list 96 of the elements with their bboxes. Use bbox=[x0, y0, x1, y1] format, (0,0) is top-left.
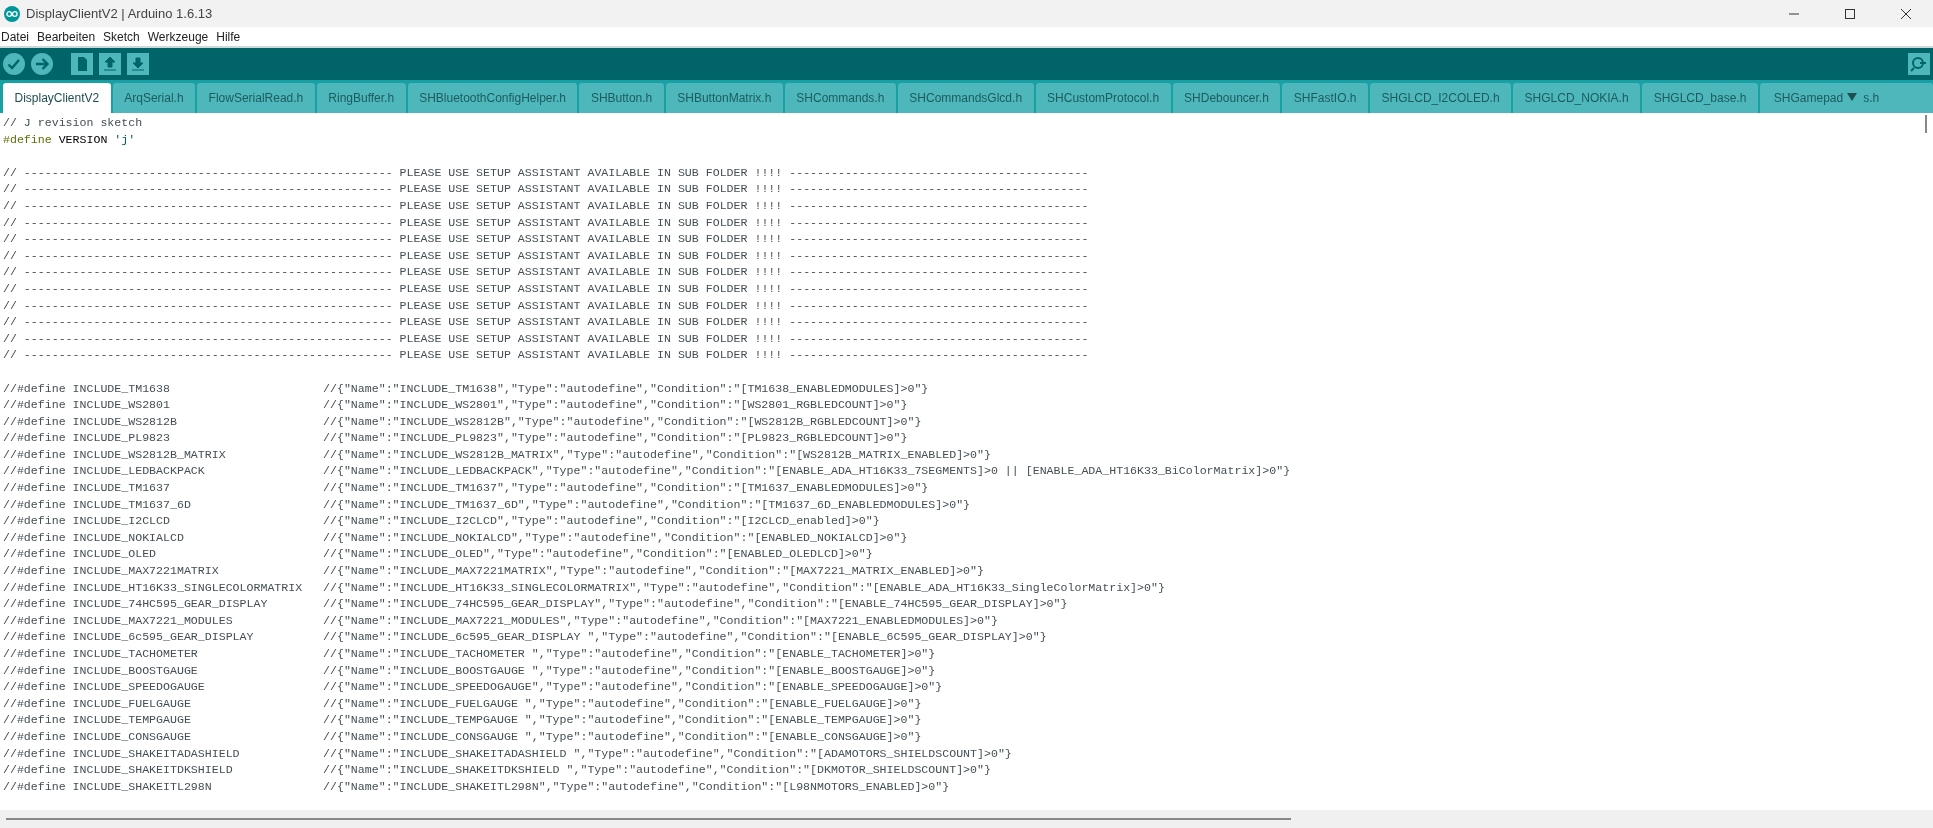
code-line: //#define INCLUDE_PL9823 bbox=[3, 431, 170, 445]
code-line: //#define INCLUDE_I2CLCD bbox=[3, 514, 170, 528]
code-line: //#define INCLUDE_6c595_GEAR_DISPLAY bbox=[3, 630, 254, 644]
code-comment: //{"Name":"INCLUDE_NOKIALCD","Type":"autodefine","Condition":"[ENABLED_NOKIALCD]>0"} bbox=[323, 529, 908, 546]
code-line: //#define INCLUDE_SHAKEITADASHIELD bbox=[3, 746, 240, 760]
code-line: //#define INCLUDE_FUELGAUGE bbox=[3, 696, 191, 710]
file-tab[interactable]: SHGLCD_I2COLED.h bbox=[1370, 83, 1512, 113]
code-comment: //{"Name":"INCLUDE_BOOSTGAUGE ","Type":"autodefine","Condition":"[ENABLE_BOOSTGAUGE]>0"} bbox=[323, 662, 936, 679]
menu-item[interactable]: Bearbeiten bbox=[36, 29, 96, 44]
code-comment: //{"Name":"INCLUDE_SHAKEITADASHIELD ","Type":"autodefine","Condition":"[ADAMOTORS_SHIELDSCOUNT]>0"} bbox=[323, 745, 1012, 762]
code-line: //#define INCLUDE_NOKIALCD bbox=[3, 530, 184, 544]
code-comment: //{"Name":"INCLUDE_TM1637","Type":"autodefine","Condition":"[TM1637_ENABLEDMODULES]>0"} bbox=[323, 480, 929, 497]
code-line: // ----------------------------------------------------- PLEASE USE SETUP ASSISTANT AVAILABLE IN SUB FOLDER !!!! ------------------------------------------- bbox=[3, 197, 1089, 214]
code-line: //#define INCLUDE_TACHOMETER bbox=[3, 647, 198, 660]
code-comment: //{"Name":"INCLUDE_I2CLCD","Type":"autodefine","Condition":"[I2CLCD_enabled]>0"} bbox=[323, 513, 880, 530]
code-line: //#define INCLUDE_OLED bbox=[3, 547, 157, 561]
code-line: //#define INCLUDE_HT16K33_SINGLECOLORMATRIX bbox=[3, 580, 303, 594]
code-line: //#define INCLUDE_LEDBACKPACK bbox=[3, 464, 205, 478]
code-line: // ----------------------------------------------------- PLEASE USE SETUP ASSISTANT AVAILABLE IN SUB FOLDER !!!! ------------------------------------------- bbox=[3, 264, 1089, 281]
open-button[interactable] bbox=[98, 52, 122, 76]
code-comment: //{"Name":"INCLUDE_SPEEDOGAUGE","Type":"autodefine","Condition":"[ENABLE_SPEEDOGAUGE]>0"} bbox=[323, 679, 943, 696]
code-comment: //{"Name":"INCLUDE_LEDBACKPACK","Type":"autodefine","Condition":"[ENABLE_ADA_HT16K33_7SEGMENTS]>0 || [ENABLE_ADA_HT16K33_BiColorMatrix]>0"} bbox=[323, 463, 1291, 480]
file-tab[interactable]: SHBluetoothConfigHelper.h bbox=[407, 83, 578, 113]
verify-button[interactable] bbox=[2, 52, 26, 76]
code-comment: //{"Name":"INCLUDE_74HC595_GEAR_DISPLAY","Type":"autodefine","Condition":"[ENABLE_74HC595_GEAR_DISPLAY]>0"} bbox=[323, 596, 1068, 613]
code-line: //#define INCLUDE_MAX7221_MODULES bbox=[3, 613, 233, 627]
code-line: // ----------------------------------------------------- PLEASE USE SETUP ASSISTANT AVAILABLE IN SUB FOLDER !!!! ------------------------------------------- bbox=[3, 247, 1089, 264]
upload-button[interactable] bbox=[30, 52, 54, 76]
code-line: #define VERSION 'j' bbox=[3, 131, 136, 148]
code-line: //#define INCLUDE_SPEEDOGAUGE bbox=[3, 680, 205, 694]
code-line: //#define INCLUDE_WS2801 bbox=[3, 398, 170, 412]
save-button[interactable] bbox=[126, 52, 150, 76]
code-line: //#define INCLUDE_WS2812B_MATRIX bbox=[3, 447, 226, 461]
app-logo-icon bbox=[4, 5, 20, 22]
code-line: //#define INCLUDE_74HC595_GEAR_DISPLAY bbox=[3, 597, 268, 611]
code-line: //#define INCLUDE_TM1638 bbox=[3, 381, 170, 395]
code-line: //#define INCLUDE_BOOSTGAUGE bbox=[3, 663, 198, 677]
serial-monitor-button[interactable] bbox=[1907, 52, 1931, 76]
code-comment: //{"Name":"INCLUDE_FUELGAUGE ","Type":"autodefine","Condition":"[ENABLE_FUELGAUGE]>0"} bbox=[323, 695, 922, 712]
window-title: DisplayClientV2 | Arduino 1.6.13 bbox=[26, 6, 213, 21]
code-comment: //{"Name":"INCLUDE_MAX7221_MODULES","Type":"autodefine","Condition":"[MAX7221_ENABLEDMODULES]>0"} bbox=[323, 612, 998, 629]
file-tab[interactable]: FlowSerialRead.h bbox=[197, 83, 315, 113]
file-tab[interactable]: SHButtonMatrix.h bbox=[665, 83, 783, 113]
file-tab[interactable]: SHCommands.h bbox=[784, 83, 896, 113]
code-line: // ----------------------------------------------------- PLEASE USE SETUP ASSISTANT AVAILABLE IN SUB FOLDER !!!! ------------------------------------------- bbox=[3, 164, 1089, 181]
code-line: //#define INCLUDE_TM1637_6D bbox=[3, 497, 191, 511]
code-line: //#define INCLUDE_SHAKEITL298N bbox=[3, 779, 212, 793]
code-line: //#define INCLUDE_CONSGAUGE bbox=[3, 729, 191, 743]
code-line: // ----------------------------------------------------- PLEASE USE SETUP ASSISTANT AVAILABLE IN SUB FOLDER !!!! ------------------------------------------- bbox=[3, 347, 1089, 364]
code-line: // ----------------------------------------------------- PLEASE USE SETUP ASSISTANT AVAILABLE IN SUB FOLDER !!!! ------------------------------------------- bbox=[3, 181, 1089, 198]
file-tab[interactable]: ArqSerial.h bbox=[112, 83, 196, 113]
file-tab[interactable]: SHDebouncer.h bbox=[1172, 83, 1281, 113]
tab-menu-icon[interactable] bbox=[1847, 93, 1858, 101]
code-comment: //{"Name":"INCLUDE_TM1637_6D","Type":"autodefine","Condition":"[TM1637_6D_ENABLEDMODULES]>0"} bbox=[323, 496, 971, 513]
code-comment: //{"Name":"INCLUDE_TM1638","Type":"autodefine","Condition":"[TM1638_ENABLEDMODULES]>0"} bbox=[323, 380, 929, 397]
file-tab[interactable]: SHCustomProtocol.h bbox=[1035, 83, 1171, 113]
file-tab[interactable]: SHGLCD_base.h bbox=[1642, 83, 1758, 113]
code-line: // ----------------------------------------------------- PLEASE USE SETUP ASSISTANT AVAILABLE IN SUB FOLDER !!!! ------------------------------------------- bbox=[3, 314, 1089, 331]
code-line: // ----------------------------------------------------- PLEASE USE SETUP ASSISTANT AVAILABLE IN SUB FOLDER !!!! ------------------------------------------- bbox=[3, 214, 1089, 231]
code-comment: //{"Name":"INCLUDE_PL9823","Type":"autodefine","Condition":"[PL9823_RGBLEDCOUNT]>0"} bbox=[323, 430, 908, 447]
close-icon[interactable] bbox=[1899, 6, 1913, 21]
code-line: // ----------------------------------------------------- PLEASE USE SETUP ASSISTANT AVAILABLE IN SUB FOLDER !!!! ------------------------------------------- bbox=[3, 330, 1089, 347]
code-line: //#define INCLUDE_TM1637 bbox=[3, 481, 170, 495]
code-comment: //{"Name":"INCLUDE_WS2801","Type":"autodefine","Condition":"[WS2801_RGBLEDCOUNT]>0"} bbox=[323, 397, 908, 414]
file-tab[interactable]: SHGLCD_NOKIA.h bbox=[1513, 83, 1641, 113]
file-tab[interactable]: RingBuffer.h bbox=[316, 83, 406, 113]
code-comment: //{"Name":"INCLUDE_TACHOMETER ","Type":"autodefine","Condition":"[ENABLE_TACHOMETER]>0"} bbox=[323, 646, 936, 662]
code-line: // ----------------------------------------------------- PLEASE USE SETUP ASSISTANT AVAILABLE IN SUB FOLDER !!!! ------------------------------------------- bbox=[3, 231, 1089, 248]
code-comment: //{"Name":"INCLUDE_TEMPGAUGE ","Type":"autodefine","Condition":"[ENABLE_TEMPGAUGE]>0"} bbox=[323, 712, 922, 729]
file-tab[interactable]: DisplayClientV2 bbox=[3, 83, 111, 113]
code-line: // ----------------------------------------------------- PLEASE USE SETUP ASSISTANT AVAILABLE IN SUB FOLDER !!!! ------------------------------------------- bbox=[3, 297, 1089, 314]
maximize-icon[interactable] bbox=[1843, 6, 1857, 21]
file-tab[interactable]: SHButton.h bbox=[579, 83, 664, 113]
file-tab[interactable]: SHFastIO.h bbox=[1282, 83, 1369, 113]
code-comment: //{"Name":"INCLUDE_CONSGAUGE ","Type":"autodefine","Condition":"[ENABLE_CONSGAUGE]>0"} bbox=[323, 728, 922, 745]
new-file-button[interactable] bbox=[70, 52, 94, 76]
code-comment: //{"Name":"INCLUDE_OLED","Type":"autodefine","Condition":"[ENABLED_OLEDLCD]>0"} bbox=[323, 546, 873, 563]
code-comment: //{"Name":"INCLUDE_WS2812B_MATRIX","Type":"autodefine","Condition":"[WS2812B_MATRIX_ENABLED]>0"} bbox=[323, 446, 991, 463]
menu-item[interactable]: Datei bbox=[0, 29, 29, 44]
code-comment: //{"Name":"INCLUDE_SHAKEITL298N","Type":"autodefine","Condition":"[L98NMOTORS_ENABLED]>0"} bbox=[323, 778, 950, 795]
code-line: //#define INCLUDE_MAX7221MATRIX bbox=[3, 564, 219, 578]
code-comment: //{"Name":"INCLUDE_6c595_GEAR_DISPLAY ","Type":"autodefine","Condition":"[ENABLE_6C595_GEAR_DISPLAY]>0"} bbox=[323, 629, 1047, 646]
menu-item[interactable]: Hilfe bbox=[215, 29, 241, 44]
code-comment: //{"Name":"INCLUDE_MAX7221MATRIX","Type":"autodefine","Condition":"[MAX7221_MATRIX_ENABLED]>0"} bbox=[323, 563, 984, 580]
code-line: // J revision sketch bbox=[3, 115, 143, 131]
code-line: //#define INCLUDE_SHAKEITDKSHIELD bbox=[3, 763, 233, 777]
code-line: //#define INCLUDE_WS2812B bbox=[3, 414, 177, 428]
code-comment: //{"Name":"INCLUDE_HT16K33_SINGLECOLORMATRIX","Type":"autodefine","Condition":"[ENABLE_ADA_HT16K33_SingleColorMatrix]>0"} bbox=[323, 579, 1165, 596]
file-tab[interactable]: SHCommandsGlcd.h bbox=[897, 83, 1034, 113]
menu-item[interactable]: Werkzeuge bbox=[146, 29, 209, 44]
code-comment: //{"Name":"INCLUDE_WS2812B","Type":"autodefine","Condition":"[WS2812B_RGBLEDCOUNT]>0"} bbox=[323, 413, 922, 430]
file-tab[interactable]: SHGamepad s.h bbox=[1759, 83, 1933, 113]
menu-item[interactable]: Sketch bbox=[102, 29, 140, 44]
code-line: // ----------------------------------------------------- PLEASE USE SETUP ASSISTANT AVAILABLE IN SUB FOLDER !!!! ------------------------------------------- bbox=[3, 280, 1089, 297]
code-comment: //{"Name":"INCLUDE_SHAKEITDKSHIELD ","Type":"autodefine","Condition":"[DKMOTOR_SHIELDSCOUNT]>0"} bbox=[323, 762, 991, 779]
code-line: //#define INCLUDE_TEMPGAUGE bbox=[3, 713, 191, 727]
